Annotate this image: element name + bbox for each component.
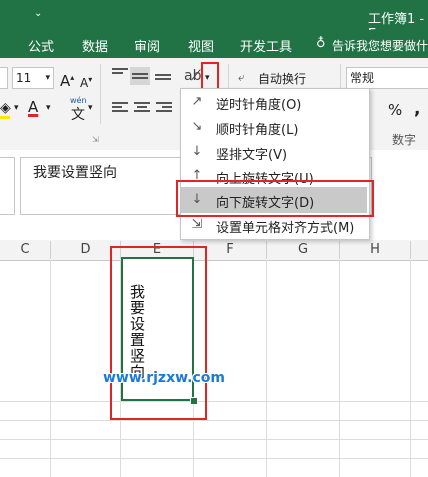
grid-line <box>0 420 428 421</box>
lightbulb-icon: ♁ <box>316 36 326 51</box>
grid-line <box>0 401 428 402</box>
menu-item-vertical-text[interactable]: ↓ 竖排文字(V) <box>181 140 367 165</box>
chevron-down-icon: ▾ <box>45 73 50 83</box>
grow-font-button[interactable]: A▴ <box>60 68 74 91</box>
grid-line <box>266 260 267 477</box>
tab-developer[interactable]: 开发工具 <box>240 36 292 55</box>
comma-style-button[interactable]: , <box>414 99 420 119</box>
menu-item-angle-counterclockwise[interactable]: ↗ 逆时针角度(O) <box>181 90 367 115</box>
menu-item-highlight <box>176 180 374 217</box>
fill-color-icon[interactable]: ◈ <box>0 98 11 118</box>
fill-color-swatch <box>0 116 10 119</box>
watermark: www.rjzxw.com <box>103 370 225 386</box>
chevron-down-icon[interactable]: ▾ <box>46 98 51 118</box>
phonetic-guide-button[interactable]: 文 <box>71 104 85 124</box>
wrap-text-button[interactable]: 自动换行 <box>258 70 306 87</box>
align-top-icon[interactable] <box>112 68 128 82</box>
format-alignment-icon: ⇲ <box>191 217 203 232</box>
grid-line <box>410 260 411 477</box>
shrink-font-button[interactable]: A▾ <box>80 70 92 93</box>
tab-data[interactable]: 数据 <box>82 36 108 55</box>
formula-content: 我要设置竖向 <box>33 165 117 181</box>
orientation-dropdown-arrow[interactable]: ▾ <box>205 68 210 88</box>
align-bottom-icon[interactable] <box>155 70 171 84</box>
number-group-label: 数字 <box>392 133 417 147</box>
column-header-g[interactable]: G <box>267 241 340 259</box>
font-name-box[interactable] <box>0 67 8 89</box>
worksheet-grid[interactable] <box>0 260 428 477</box>
fill-handle[interactable] <box>190 397 198 405</box>
grid-line <box>339 260 340 477</box>
align-left-icon[interactable] <box>112 102 128 116</box>
wrap-text-icon: ⤶ <box>238 70 245 84</box>
chevron-down-icon[interactable]: ▾ <box>14 98 19 118</box>
ribbon-separator <box>100 64 101 124</box>
vertical-text-icon: ↓ <box>191 144 203 159</box>
tell-me-input[interactable]: 告诉我您想要做什 <box>332 37 428 54</box>
align-middle-icon[interactable] <box>130 67 150 85</box>
percent-style-button[interactable]: % <box>388 101 402 119</box>
font-size-box[interactable]: 11 ▾ <box>12 67 54 89</box>
ab-diagonal-icon[interactable]: ab̸ <box>184 66 201 86</box>
title-bar <box>0 0 428 30</box>
align-right-icon[interactable] <box>156 102 172 116</box>
column-header-c[interactable]: C <box>0 241 51 259</box>
number-format-box[interactable]: 常规 <box>346 67 428 89</box>
quick-access-dropdown[interactable]: ⌄ <box>34 8 42 19</box>
tab-review[interactable]: 审阅 <box>134 36 160 55</box>
chevron-down-icon[interactable]: ▾ <box>88 98 93 118</box>
dialog-launcher-icon[interactable]: ⇲ <box>92 135 99 144</box>
name-box[interactable] <box>0 157 15 215</box>
tab-view[interactable]: 视图 <box>188 36 214 55</box>
active-cell-text: 我要设置竖向 <box>128 284 146 380</box>
column-header-h[interactable]: H <box>340 241 411 259</box>
font-color-button[interactable]: A <box>28 97 38 117</box>
grid-line <box>50 260 51 477</box>
align-center-icon[interactable] <box>134 102 150 116</box>
angle-counterclockwise-icon: ↗ <box>191 94 203 109</box>
menu-item-angle-clockwise[interactable]: ↘ 顺时针角度(L) <box>181 115 367 140</box>
grid-line <box>0 458 428 459</box>
tab-formulas[interactable]: 公式 <box>28 36 54 55</box>
angle-clockwise-icon: ↘ <box>191 119 203 134</box>
grid-line <box>0 439 428 440</box>
